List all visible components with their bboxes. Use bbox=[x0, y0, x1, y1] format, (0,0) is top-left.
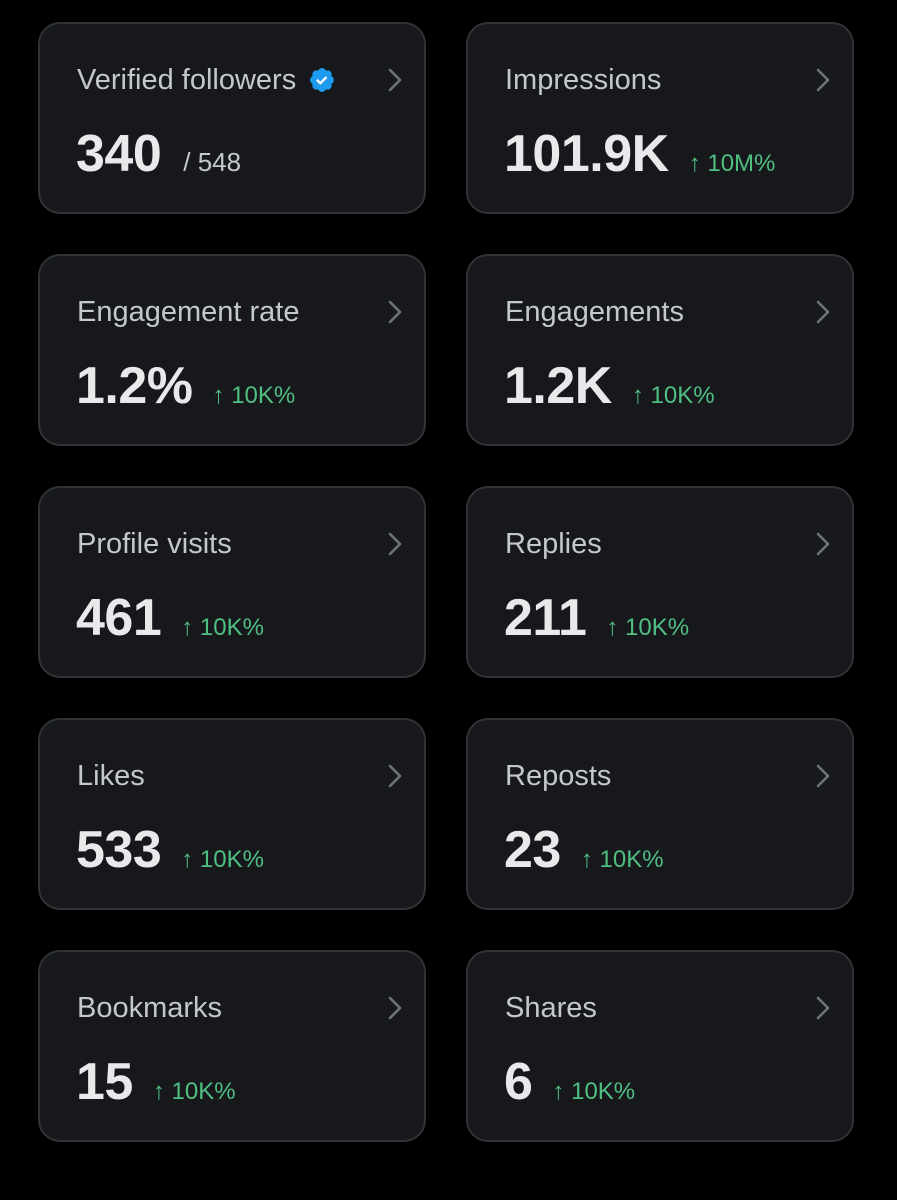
metric-change: ↑ 10K% bbox=[580, 846, 664, 873]
metric-change: ↑ 10K% bbox=[152, 1078, 236, 1105]
likes-card[interactable]: Likes 533 ↑ 10K% bbox=[38, 718, 426, 910]
metric-value: 15 bbox=[76, 1053, 133, 1111]
replies-card[interactable]: Replies 211 ↑ 10K% bbox=[466, 486, 854, 678]
card-title: Bookmarks bbox=[77, 992, 223, 1024]
verified-badge-icon bbox=[310, 68, 335, 92]
metric-value: 461 bbox=[76, 589, 162, 647]
chevron-right-icon bbox=[388, 764, 402, 788]
card-value-row: 1.2K ↑ 10K% bbox=[504, 356, 715, 416]
chevron-right-icon bbox=[816, 300, 830, 324]
card-value-row: 340 / 548 bbox=[76, 124, 241, 184]
engagements-card[interactable]: Engagements 1.2K ↑ 10K% bbox=[466, 254, 854, 446]
impressions-card[interactable]: Impressions 101.9K ↑ 10M% bbox=[466, 22, 854, 214]
card-value-row: 211 ↑ 10K% bbox=[504, 588, 689, 648]
metric-change: ↑ 10M% bbox=[688, 150, 776, 177]
chevron-right-icon bbox=[816, 996, 830, 1020]
verified-followers-card[interactable]: Verified followers 340 / 548 bbox=[38, 22, 426, 214]
metric-value: 101.9K bbox=[504, 125, 669, 183]
metric-value: 533 bbox=[76, 821, 162, 879]
metric-value: 211 bbox=[504, 589, 587, 647]
chevron-right-icon bbox=[388, 300, 402, 324]
reposts-card[interactable]: Reposts 23 ↑ 10K% bbox=[466, 718, 854, 910]
card-title-label: Verified followers bbox=[77, 64, 297, 96]
metric-change: ↑ 10K% bbox=[606, 614, 690, 641]
metric-change: ↑ 10K% bbox=[212, 382, 296, 409]
card-title: Shares bbox=[505, 992, 597, 1024]
card-title: Impressions bbox=[505, 64, 662, 96]
card-title: Likes bbox=[77, 760, 145, 792]
bookmarks-card[interactable]: Bookmarks 15 ↑ 10K% bbox=[38, 950, 426, 1142]
card-title: Verified followers bbox=[77, 62, 336, 98]
metric-change: ↑ 10K% bbox=[181, 846, 264, 873]
metric-value: 23 bbox=[504, 821, 561, 879]
card-value-row: 1.2% ↑ 10K% bbox=[76, 356, 295, 416]
metric-change: ↑ 10K% bbox=[552, 1078, 636, 1105]
card-title: Replies bbox=[505, 528, 602, 560]
chevron-right-icon bbox=[388, 996, 402, 1020]
metric-change: ↑ 10K% bbox=[631, 382, 715, 409]
card-title: Engagement rate bbox=[77, 296, 300, 328]
chevron-right-icon bbox=[816, 68, 830, 92]
metric-total: / 548 bbox=[183, 147, 242, 177]
metric-value: 1.2% bbox=[76, 357, 193, 415]
card-value-row: 15 ↑ 10K% bbox=[76, 1052, 236, 1112]
card-value-row: 23 ↑ 10K% bbox=[504, 820, 664, 880]
card-title: Reposts bbox=[505, 760, 612, 792]
shares-card[interactable]: Shares 6 ↑ 10K% bbox=[466, 950, 854, 1142]
analytics-metrics-grid: Verified followers 340 / 548 Impressions… bbox=[0, 0, 897, 1200]
engagement-rate-card[interactable]: Engagement rate 1.2% ↑ 10K% bbox=[38, 254, 426, 446]
metric-value: 6 bbox=[504, 1053, 533, 1111]
metric-value: 340 bbox=[76, 125, 162, 183]
card-title: Engagements bbox=[505, 296, 684, 328]
metric-value: 1.2K bbox=[504, 357, 612, 415]
card-value-row: 533 ↑ 10K% bbox=[76, 820, 264, 880]
card-value-row: 461 ↑ 10K% bbox=[76, 588, 264, 648]
card-title: Profile visits bbox=[77, 528, 232, 560]
chevron-right-icon bbox=[816, 764, 830, 788]
metric-change: ↑ 10K% bbox=[181, 614, 264, 641]
chevron-right-icon bbox=[816, 532, 830, 556]
chevron-right-icon bbox=[388, 532, 402, 556]
card-value-row: 101.9K ↑ 10M% bbox=[504, 124, 775, 184]
card-value-row: 6 ↑ 10K% bbox=[504, 1052, 635, 1112]
profile-visits-card[interactable]: Profile visits 461 ↑ 10K% bbox=[38, 486, 426, 678]
chevron-right-icon bbox=[388, 68, 402, 92]
